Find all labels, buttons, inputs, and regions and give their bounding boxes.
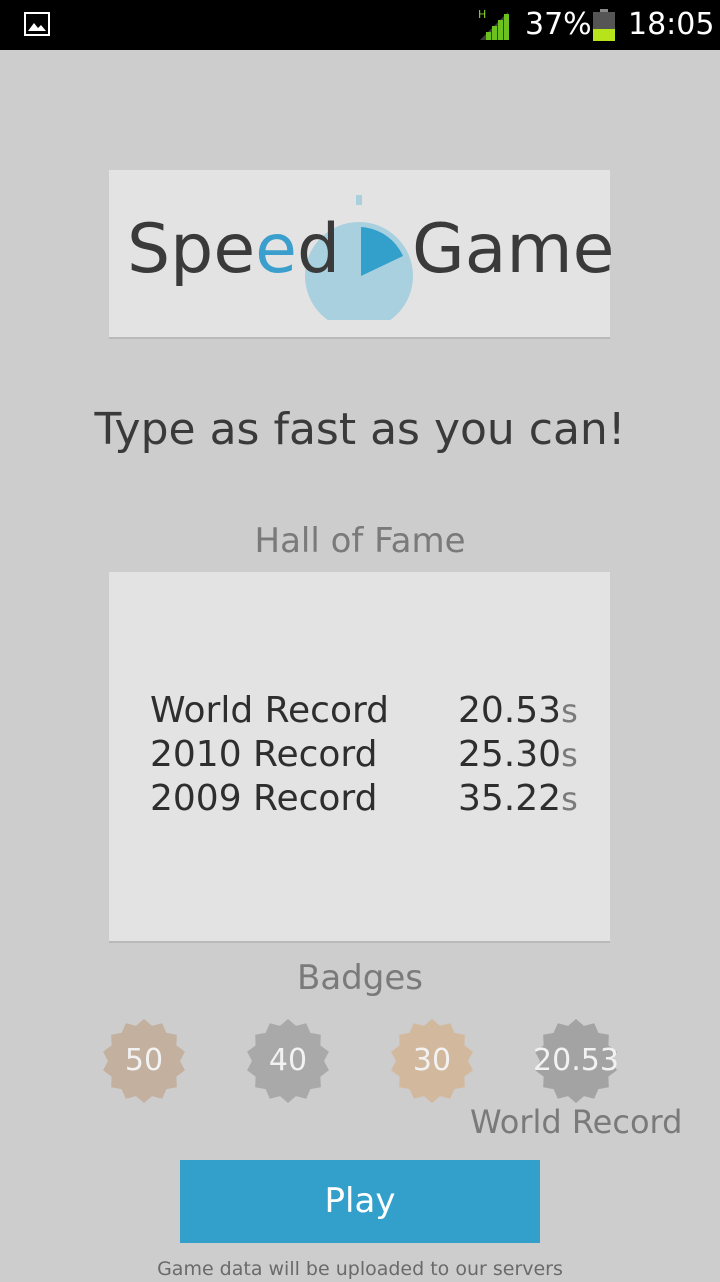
badge-value: 30 <box>412 1043 452 1078</box>
status-time: 18:05 <box>628 7 715 42</box>
record-value: 25.30s <box>458 733 578 777</box>
record-number: 20.53 <box>458 690 562 731</box>
badge-50[interactable]: 50 <box>101 1018 187 1104</box>
badge-value: 40 <box>268 1043 308 1078</box>
record-unit: s <box>561 736 578 774</box>
record-label: World Record <box>150 690 389 731</box>
logo-word-game: Game <box>412 210 615 289</box>
record-label: 2009 Record <box>150 778 378 819</box>
battery-percent: 37% <box>525 7 592 42</box>
play-button[interactable]: Play <box>180 1160 540 1243</box>
logo-word-speed: Speed <box>127 210 340 290</box>
badge-30[interactable]: 30 <box>389 1018 475 1104</box>
signal-icon: H <box>478 8 509 40</box>
hall-of-fame-card: World Record 20.53s 2010 Record 25.30s 2… <box>109 572 610 941</box>
record-row: 2010 Record 25.30s <box>150 733 578 777</box>
record-row: 2009 Record 35.22s <box>150 777 578 821</box>
record-unit: s <box>561 780 578 818</box>
status-bar: H 37% 18:05 <box>0 0 720 50</box>
record-value: 35.22s <box>458 777 578 821</box>
badge-caption: World Record <box>470 1103 683 1141</box>
badge-40[interactable]: 40 <box>245 1018 331 1104</box>
logo-card: Speed Game <box>109 170 614 337</box>
record-value: 20.53s <box>458 689 578 733</box>
logo-speed-end: d <box>297 210 341 289</box>
gallery-icon <box>24 12 50 36</box>
badge-value: 20.53 <box>533 1043 619 1078</box>
logo-speed-accent: e <box>255 210 298 289</box>
record-number: 35.22 <box>458 778 562 819</box>
network-type-label: H <box>478 8 486 21</box>
record-number: 25.30 <box>458 734 562 775</box>
hall-of-fame-title: Hall of Fame <box>254 521 466 561</box>
tagline: Type as fast as you can! <box>94 404 626 455</box>
badges-title: Badges <box>297 958 423 998</box>
record-label: 2010 Record <box>150 734 378 775</box>
record-row: World Record 20.53s <box>150 689 578 733</box>
badge-world-record[interactable]: 20.53 <box>533 1018 619 1104</box>
footer-note: Game data will be uploaded to our server… <box>157 1258 563 1280</box>
record-unit: s <box>561 692 578 730</box>
badge-value: 50 <box>124 1043 164 1078</box>
battery-icon <box>593 9 615 41</box>
logo-speed-start: Spe <box>127 210 256 289</box>
